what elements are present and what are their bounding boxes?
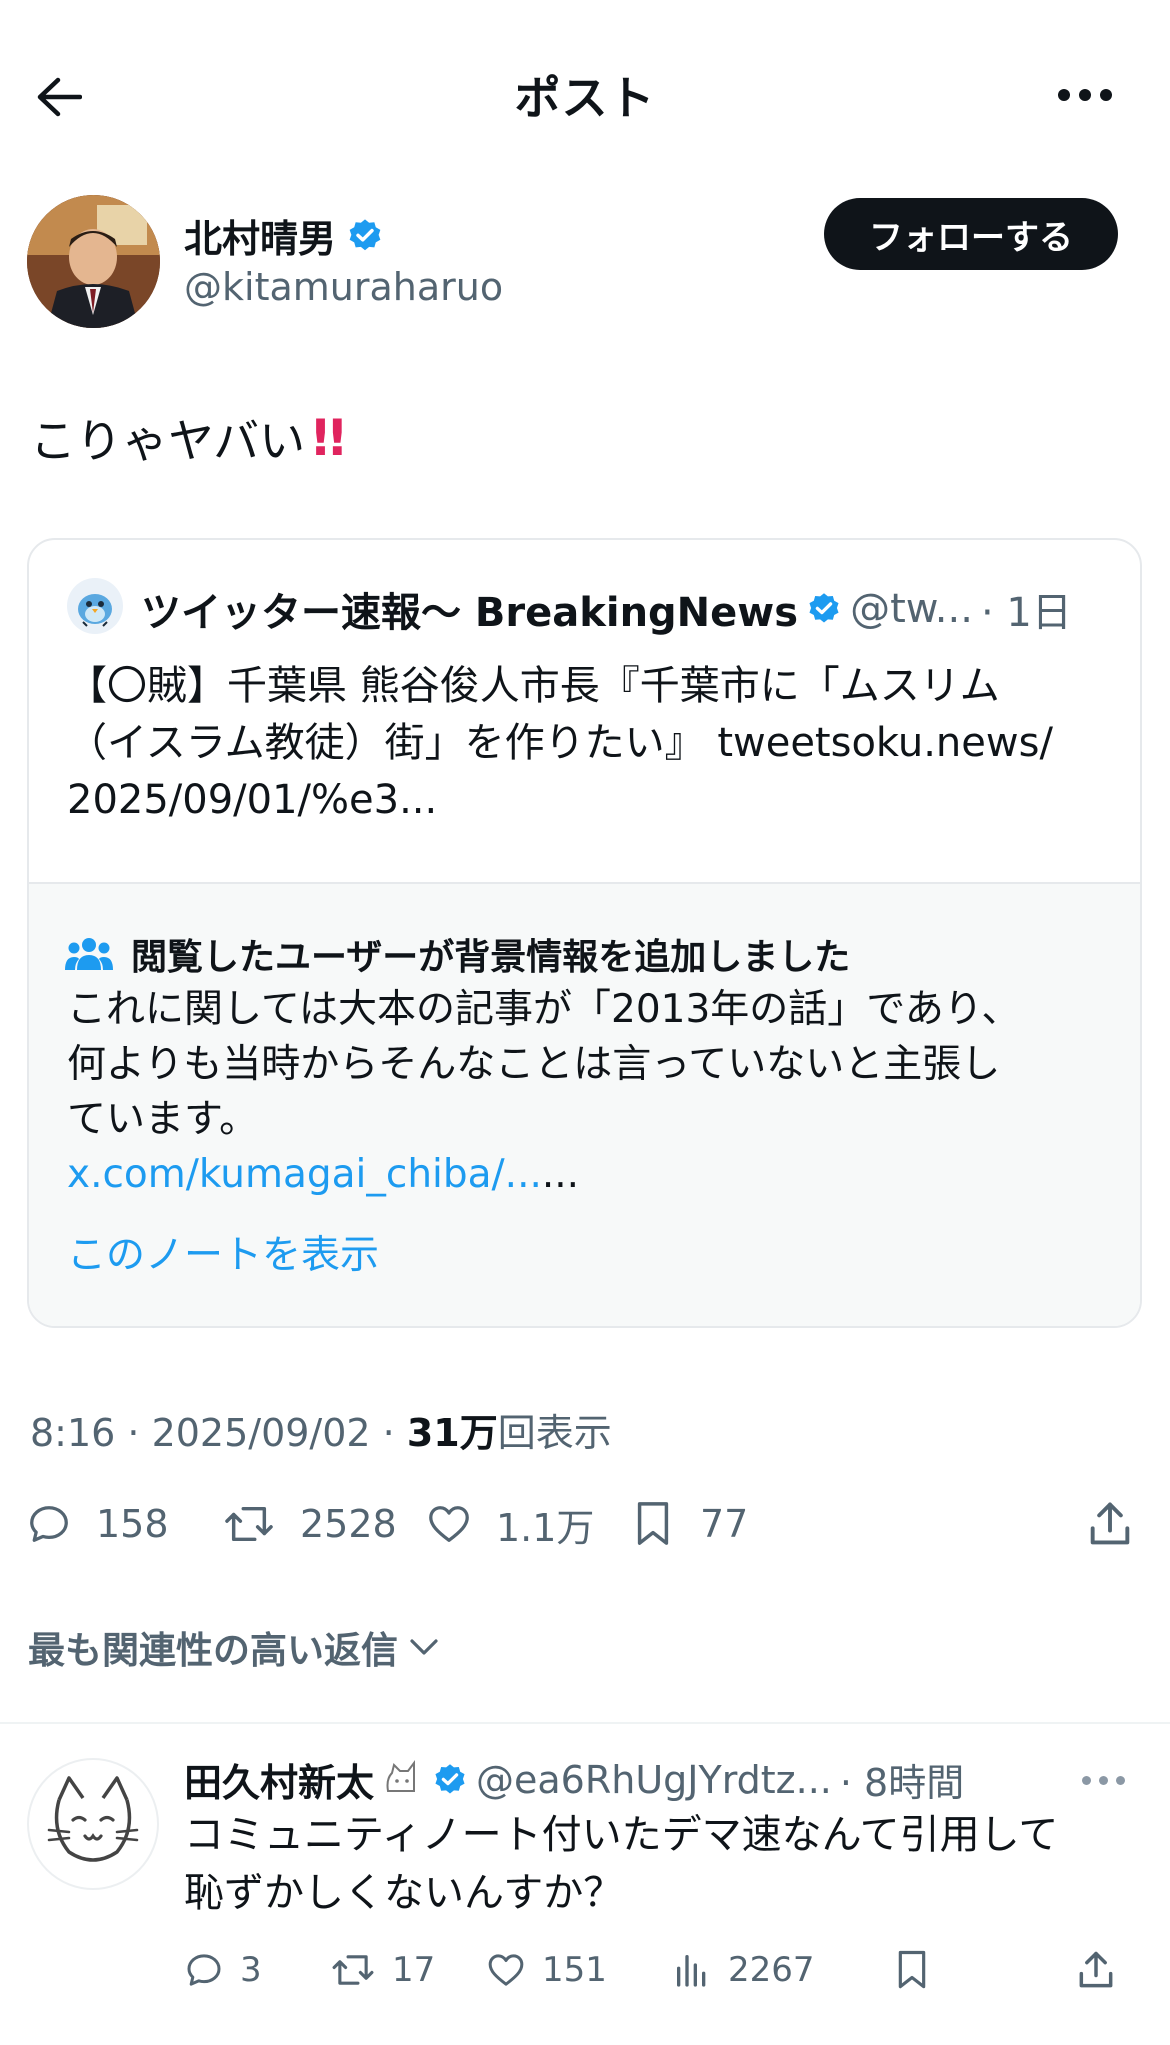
note-text-line: 何よりも当時からそんなことは言っていないと主張し — [67, 1042, 1001, 1087]
quoted-text: 【〇賊】千葉県 熊谷俊人市長『千葉市に「ムスリム （イスラム教徒）街」を作りたい… — [67, 658, 1127, 829]
reply-text-line: 恥ずかしくないんすか？ — [184, 1870, 624, 1916]
reply-like-button[interactable]: 151 — [486, 1940, 607, 2000]
views-count[interactable]: 31万 — [407, 1411, 498, 1455]
divider — [0, 1722, 1170, 1724]
reply-action-bar: 3 17 151 2267 — [184, 1940, 1144, 2000]
quoted-post[interactable]: ツイッター速報〜 BreakingNews @tw... · 1日 【〇賊】千葉… — [29, 540, 1140, 882]
author-name-row[interactable]: 北村晴男 — [184, 208, 384, 263]
reply-sort-label: 最も関連性の高い返信 — [28, 1629, 398, 1672]
heart-icon — [429, 1506, 469, 1542]
users-icon — [65, 938, 113, 970]
community-note-heading: 閲覧したユーザーが背景情報を追加しました — [131, 937, 851, 978]
quoted-text-line: （イスラム教徒）街」を作りたい』 tweetsoku.news/ — [67, 720, 1053, 766]
reply-count: 158 — [96, 1502, 169, 1546]
verified-badge-icon — [809, 593, 839, 623]
quoted-avatar — [67, 578, 123, 634]
more-button[interactable] — [1045, 70, 1125, 120]
verified-badge-icon — [349, 218, 381, 250]
reply-icon — [187, 1954, 221, 1986]
bookmark-count: 77 — [700, 1502, 749, 1546]
double-exclamation-icon: !! — [309, 409, 349, 467]
reply-text-line: コミュニティノート付いたデマ速なんて引用して — [184, 1812, 1059, 1858]
reply-time: · 8時間 — [839, 1761, 965, 1805]
reply-reply-count: 3 — [240, 1950, 262, 1990]
follow-button[interactable]: フォローする — [824, 198, 1118, 270]
bird-icon — [78, 594, 112, 627]
reply-author-handle[interactable]: @ea6RhUgJYrdtz... — [476, 1758, 832, 1802]
reply-repost-button[interactable]: 17 — [330, 1940, 435, 2000]
repost-icon — [332, 1955, 374, 1985]
repost-button[interactable]: 2528 — [222, 1488, 397, 1560]
reply-icon — [30, 1506, 68, 1542]
post-text-body: こりゃヤバい — [30, 414, 306, 468]
reply-like-count: 151 — [542, 1950, 607, 1990]
chevron-down-icon — [410, 1639, 438, 1655]
quoted-header: ツイッター速報〜 BreakingNews @tw... · 1日 — [141, 580, 1072, 638]
heart-icon — [488, 1954, 524, 1986]
bookmark-icon — [898, 1950, 926, 1989]
reply-repost-count: 17 — [392, 1950, 436, 1990]
reply-share-button[interactable] — [1074, 1940, 1118, 2000]
post-text: こりゃヤバい !! — [30, 405, 349, 471]
reply-button[interactable]: 158 — [26, 1488, 169, 1560]
note-link[interactable]: x.com/kumagai_chiba/... — [67, 1152, 542, 1197]
show-note-link[interactable]: このノートを表示 — [67, 1224, 379, 1280]
reply-avatar[interactable] — [27, 1758, 159, 1890]
reply-bookmark-button[interactable] — [892, 1940, 932, 2000]
share-icon — [1079, 1951, 1113, 1988]
quoted-name: ツイッター速報〜 BreakingNews — [141, 590, 799, 636]
views-label: 回表示 — [497, 1411, 612, 1455]
post-timestamp: 8:16 · 2025/09/02 · — [30, 1411, 407, 1455]
post-meta: 8:16 · 2025/09/02 · 31万回表示 — [30, 1402, 612, 1457]
more-icon — [1082, 1775, 1091, 1785]
reply-more-button[interactable] — [1082, 1760, 1142, 1800]
page-title: ポスト — [514, 71, 656, 125]
quoted-text-line: 2025/09/01/%e3... — [67, 777, 438, 823]
quoted-post-card[interactable]: ツイッター速報〜 BreakingNews @tw... · 1日 【〇賊】千葉… — [27, 538, 1142, 1328]
reply-reply-button[interactable]: 3 — [184, 1940, 262, 2000]
post-action-bar: 158 2528 1.1万 77 — [26, 1488, 1144, 1560]
like-button[interactable]: 1.1万 — [426, 1488, 594, 1560]
reply-header: 田久村新太 @ea6RhUgJYrdtz... · 8時間 — [184, 1752, 964, 1807]
repost-count: 2528 — [300, 1502, 397, 1546]
reply-text: コミュニティノート付いたデマ速なんて引用して 恥ずかしくないんすか？ — [184, 1806, 1134, 1922]
note-link-ellipsis: ... — [541, 1152, 580, 1197]
author-name: 北村晴男 — [184, 217, 337, 261]
community-note: 閲覧したユーザーが背景情報を追加しました これに関しては大本の記事が「2013年… — [29, 882, 1140, 1326]
bookmark-button[interactable]: 77 — [630, 1488, 748, 1560]
share-button[interactable] — [1084, 1488, 1136, 1560]
more-icon — [1058, 89, 1070, 101]
community-note-text: これに関しては大本の記事が「2013年の話」であり、 何よりも当時からそんなこと… — [67, 982, 1117, 1202]
reply-author-name[interactable]: 田久村新太 — [184, 1752, 374, 1807]
note-text-line: ています。 — [67, 1097, 259, 1142]
bookmark-icon — [637, 1502, 669, 1545]
quoted-time: · 1日 — [980, 590, 1072, 636]
verified-badge-icon — [435, 1763, 465, 1793]
author-handle[interactable]: @kitamuraharuo — [184, 265, 503, 309]
cat-emoji-icon — [386, 1759, 416, 1792]
reply-views-button[interactable]: 2267 — [672, 1940, 815, 2000]
like-count: 1.1万 — [496, 1505, 595, 1550]
quoted-handle: @tw... — [850, 586, 973, 632]
community-note-title: 閲覧したユーザーが背景情報を追加しました — [65, 928, 850, 980]
author-avatar[interactable] — [27, 195, 160, 328]
reply-views-count: 2267 — [728, 1950, 815, 1990]
quoted-text-line: 【〇賊】千葉県 熊谷俊人市長『千葉市に「ムスリム — [67, 663, 1000, 709]
share-icon — [1090, 1502, 1130, 1545]
reply-sort-dropdown[interactable]: 最も関連性の高い返信 — [28, 1620, 442, 1674]
note-text-line: これに関しては大本の記事が「2013年の話」であり、 — [67, 987, 1021, 1032]
repost-icon — [225, 1506, 273, 1542]
analytics-icon — [677, 1955, 706, 1987]
